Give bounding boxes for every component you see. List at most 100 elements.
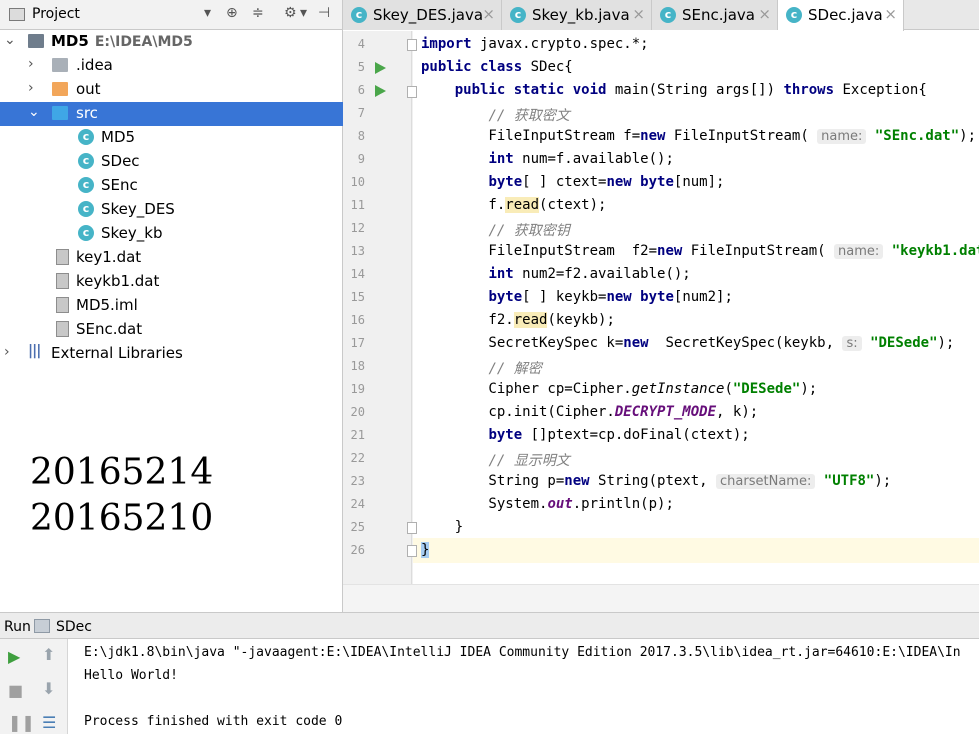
line-number: 6 bbox=[357, 83, 365, 97]
student-id: 20165214 bbox=[30, 452, 214, 493]
run-config-tab[interactable]: SDec bbox=[56, 619, 92, 635]
tab-skey-kb[interactable]: c Skey_kb.java × bbox=[502, 0, 652, 30]
tab-label: SEnc.java bbox=[682, 6, 755, 24]
tree-item-label: Skey_kb bbox=[101, 224, 163, 242]
tree-item-label: SDec bbox=[101, 152, 140, 170]
tree-item-class[interactable]: c SEnc bbox=[0, 174, 343, 198]
tree-item-file[interactable]: MD5.iml bbox=[0, 294, 343, 318]
line-number: 14 bbox=[350, 267, 365, 281]
chevron-down-icon[interactable]: ⌄ bbox=[4, 32, 16, 48]
locate-icon[interactable]: ⊕ bbox=[226, 5, 238, 21]
line-number: 16 bbox=[350, 313, 365, 327]
folder-icon bbox=[52, 82, 68, 96]
fold-icon[interactable] bbox=[407, 545, 417, 557]
run-gutter-icon[interactable] bbox=[375, 62, 386, 74]
tree-item-class[interactable]: c Skey_kb bbox=[0, 222, 343, 246]
tree-item-file[interactable]: key1.dat bbox=[0, 246, 343, 270]
close-icon[interactable]: × bbox=[482, 5, 495, 23]
string-literal: "keykb1.dat" bbox=[891, 243, 979, 259]
collapse-all-icon[interactable]: ≑ bbox=[252, 5, 264, 21]
java-class-icon: c bbox=[786, 7, 802, 23]
parameter-hint: name: bbox=[817, 129, 867, 144]
tree-item-label: keykb1.dat bbox=[76, 272, 160, 290]
chevron-right-icon[interactable]: › bbox=[28, 80, 34, 96]
fold-icon[interactable] bbox=[407, 522, 417, 534]
line-number: 19 bbox=[350, 382, 365, 396]
tree-item-label: Skey_DES bbox=[101, 200, 175, 218]
console-output[interactable]: E:\jdk1.8\bin\java "-javaagent:E:\IDEA\I… bbox=[68, 639, 979, 734]
tree-item-file[interactable]: SEnc.dat bbox=[0, 318, 343, 342]
code-line: public class SDec{ bbox=[421, 59, 573, 75]
run-gutter-icon[interactable] bbox=[375, 85, 386, 97]
java-class-icon: c bbox=[78, 225, 94, 241]
chevron-down-icon[interactable]: ⌄ bbox=[28, 104, 40, 120]
tree-item-idea[interactable]: › .idea bbox=[0, 54, 343, 78]
tree-item-external-libraries[interactable]: › ||| External Libraries bbox=[0, 342, 343, 366]
java-class-icon: c bbox=[78, 201, 94, 217]
line-number: 20 bbox=[350, 405, 365, 419]
java-class-icon: c bbox=[660, 7, 676, 23]
tree-item-class[interactable]: c MD5 bbox=[0, 126, 343, 150]
tree-item-label: MD5 bbox=[101, 128, 136, 146]
rerun-icon[interactable]: ▶ bbox=[8, 647, 20, 666]
tree-item-class[interactable]: c SDec bbox=[0, 150, 343, 174]
line-number: 12 bbox=[350, 221, 365, 235]
close-icon[interactable]: × bbox=[758, 5, 771, 23]
tree-item-label: External Libraries bbox=[51, 344, 183, 362]
line-number: 4 bbox=[357, 37, 365, 51]
code-editor[interactable]: 4 5 6 7 8 9 10 11 12 13 14 15 16 17 18 1… bbox=[343, 31, 979, 612]
chevron-right-icon[interactable]: › bbox=[4, 344, 10, 360]
tab-senc[interactable]: c SEnc.java × bbox=[652, 0, 778, 30]
file-icon bbox=[56, 273, 69, 289]
code-comment: // 解密 bbox=[488, 361, 542, 377]
line-number: 15 bbox=[350, 290, 365, 304]
tree-item-out[interactable]: › out bbox=[0, 78, 343, 102]
line-number: 25 bbox=[350, 520, 365, 534]
source-folder-icon bbox=[52, 106, 68, 120]
run-toolbar: ▶ ⬆ ■ ⬇ ❚❚ ☰ bbox=[0, 639, 68, 734]
tree-item-class[interactable]: c Skey_DES bbox=[0, 198, 343, 222]
tree-item-label: SEnc.dat bbox=[76, 320, 143, 338]
tree-item-file[interactable]: keykb1.dat bbox=[0, 270, 343, 294]
code-line: import javax.crypto.spec.*; bbox=[421, 36, 649, 52]
line-number: 23 bbox=[350, 474, 365, 488]
run-panel-title[interactable]: Run bbox=[4, 619, 31, 635]
code-line: byte[ ] ctext=new byte[num]; bbox=[488, 174, 725, 190]
chevron-down-icon[interactable]: ▾ bbox=[300, 5, 307, 21]
hide-panel-icon[interactable]: ⊣ bbox=[318, 5, 330, 21]
fold-icon[interactable] bbox=[407, 39, 417, 51]
chevron-down-icon[interactable]: ▾ bbox=[204, 5, 211, 21]
fold-icon[interactable] bbox=[407, 86, 417, 98]
tree-item-module[interactable]: ⌄ MD5 E:\IDEA\MD5 bbox=[0, 30, 343, 54]
arrow-down-icon[interactable]: ⬇ bbox=[42, 679, 55, 698]
pause-icon[interactable]: ❚❚ bbox=[8, 713, 35, 732]
code-line: f2.read(keykb); bbox=[421, 312, 615, 328]
code-line: FileInputStream f2=new FileInputStream( … bbox=[421, 243, 979, 266]
editor-tabs: c Skey_DES.java × c Skey_kb.java × c SEn… bbox=[343, 0, 979, 31]
close-icon[interactable]: × bbox=[884, 5, 897, 23]
iml-file-icon bbox=[56, 297, 69, 313]
soft-wrap-icon[interactable]: ☰ bbox=[42, 713, 56, 732]
stop-icon[interactable]: ■ bbox=[8, 681, 23, 700]
tree-item-src[interactable]: ⌄ src bbox=[0, 102, 343, 126]
project-icon bbox=[9, 8, 25, 21]
tree-item-label: SEnc bbox=[101, 176, 138, 194]
console-line: Hello World! bbox=[84, 668, 178, 683]
tab-label: Skey_DES.java bbox=[373, 6, 484, 24]
code-line: cp.init(Cipher.DECRYPT_MODE, k); bbox=[421, 404, 759, 420]
code-line: int num=f.available(); bbox=[488, 151, 674, 167]
code-comment: // 获取密文 bbox=[488, 108, 570, 124]
close-icon[interactable]: × bbox=[632, 5, 645, 23]
module-path: E:\IDEA\MD5 bbox=[94, 34, 193, 50]
line-number: 8 bbox=[357, 129, 365, 143]
gear-icon[interactable]: ⚙ bbox=[284, 5, 297, 21]
arrow-up-icon[interactable]: ⬆ bbox=[42, 645, 55, 664]
tab-sdec[interactable]: c SDec.java × bbox=[778, 0, 904, 31]
tab-skey-des[interactable]: c Skey_DES.java × bbox=[343, 0, 502, 30]
project-panel-title[interactable]: Project bbox=[32, 6, 80, 22]
run-config-icon bbox=[34, 619, 50, 633]
library-icon: ||| bbox=[28, 343, 41, 359]
chevron-right-icon[interactable]: › bbox=[28, 56, 34, 72]
string-literal: "DESede" bbox=[732, 381, 801, 397]
java-class-icon: c bbox=[510, 7, 526, 23]
